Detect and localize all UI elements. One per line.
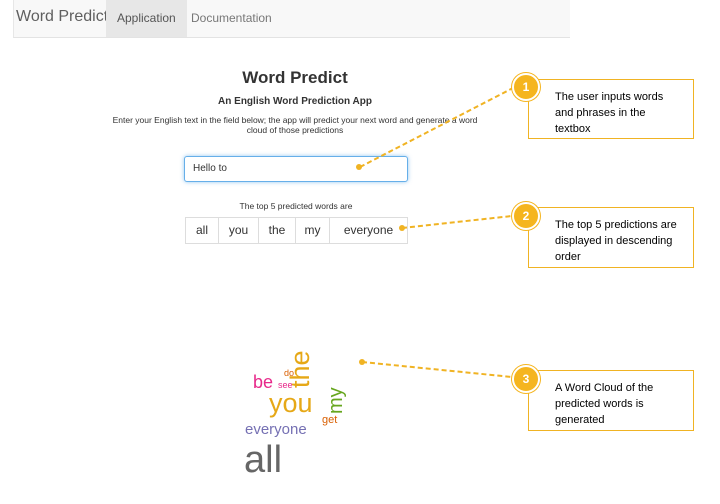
leader-dot-1 xyxy=(356,164,362,170)
callout-badge-3: 3 xyxy=(512,365,540,393)
callout-box-1: The user inputs words and phrases in the… xyxy=(528,79,694,139)
leader-line-1 xyxy=(359,87,514,168)
callout-box-3: A Word Cloud of the predicted words is g… xyxy=(528,370,694,431)
callout-badge-1: 1 xyxy=(512,73,540,101)
leader-dot-3 xyxy=(359,359,365,365)
callout-badge-2: 2 xyxy=(512,202,540,230)
callout-box-2: The top 5 predictions are displayed in d… xyxy=(528,207,694,268)
leader-dot-2 xyxy=(399,225,405,231)
leader-line-3 xyxy=(361,361,513,378)
leader-line-2 xyxy=(401,215,513,229)
